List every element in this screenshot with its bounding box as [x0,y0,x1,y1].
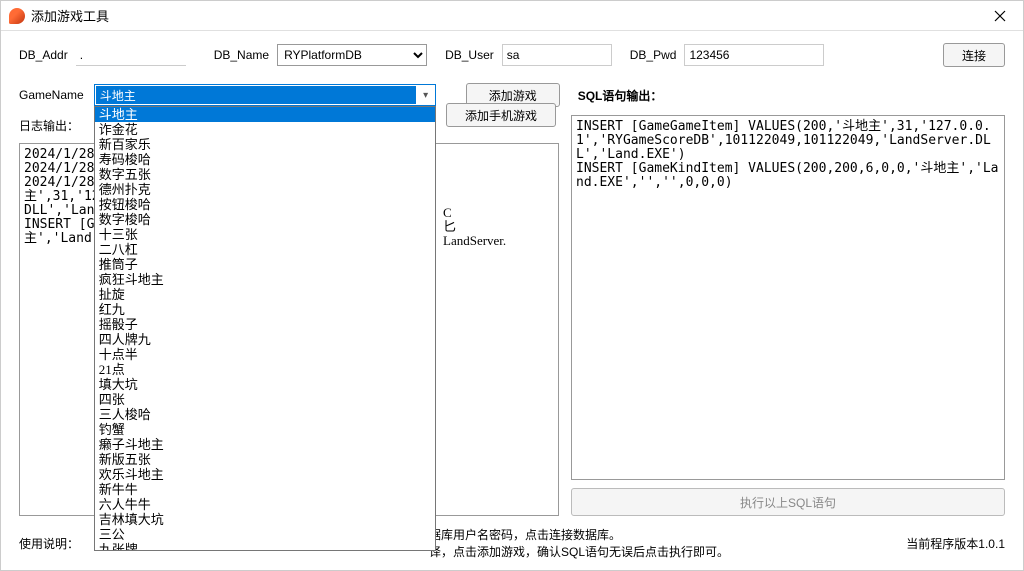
dropdown-item[interactable]: 填大坑 [95,377,435,392]
close-button[interactable] [985,2,1015,30]
dropdown-item[interactable]: 扯旋 [95,287,435,302]
execute-sql-button[interactable]: 执行以上SQL语句 [571,488,1005,516]
dropdown-item[interactable]: 九张牌 [95,542,435,551]
dropdown-item[interactable]: 四人牌九 [95,332,435,347]
dropdown-item[interactable]: 数字梭哈 [95,212,435,227]
dropdown-item[interactable]: 四张 [95,392,435,407]
chevron-down-icon: ▾ [417,90,435,101]
version-label: 当前程序版本1.0.1 [906,535,1005,552]
dropdown-item[interactable]: 新牛牛 [95,482,435,497]
dropdown-item[interactable]: 寿码梭哈 [95,152,435,167]
db-name-label: DB_Name [214,48,269,62]
db-pwd-label: DB_Pwd [630,48,677,62]
dropdown-item[interactable]: 三人梭哈 [95,407,435,422]
dropdown-item[interactable]: 红九 [95,302,435,317]
dropdown-item[interactable]: 摇骰子 [95,317,435,332]
dropdown-item[interactable]: 吉林填大坑 [95,512,435,527]
dropdown-item[interactable]: 21点 [95,362,435,377]
db-name-select[interactable]: RYPlatformDB [277,44,427,66]
gamename-combobox[interactable]: 斗地主 ▾ [94,84,436,106]
right-column: INSERT [GameGameItem] VALUES(200,'斗地主',3… [571,115,1005,516]
dropdown-item[interactable]: 欢乐斗地主 [95,467,435,482]
sql-output-label: SQL语句输出： [578,87,663,104]
dropdown-item[interactable]: 二八杠 [95,242,435,257]
dropdown-item[interactable]: 新百家乐 [95,137,435,152]
dropdown-item[interactable]: 十点半 [95,347,435,362]
db-addr-input[interactable] [76,44,186,66]
content-area: DB_Addr DB_Name RYPlatformDB DB_User DB_… [1,31,1023,570]
db-user-input[interactable] [502,44,612,66]
game-combo-wrapper: 斗地主 ▾ 斗地主诈金花新百家乐寿码梭哈数字五张德州扑克按钮梭哈数字梭哈十三张二… [94,84,436,106]
gamename-selected: 斗地主 [96,86,416,104]
sql-output-textarea[interactable]: INSERT [GameGameItem] VALUES(200,'斗地主',3… [571,115,1005,480]
close-icon [994,10,1006,22]
titlebar: 添加游戏工具 [1,1,1023,31]
app-window: 添加游戏工具 DB_Addr DB_Name RYPlatformDB DB_U… [0,0,1024,571]
dropdown-item[interactable]: 诈金花 [95,122,435,137]
db-pwd-input[interactable] [684,44,824,66]
dropdown-item[interactable]: 癞子斗地主 [95,437,435,452]
add-mobile-game-button[interactable]: 添加手机游戏 [446,103,556,127]
instruction-label: 使用说明： [19,535,79,552]
connect-button[interactable]: 连接 [943,43,1005,67]
app-icon [9,8,25,24]
log-output-label: 日志输出： [19,117,79,134]
dropdown-item[interactable]: 疯狂斗地主 [95,272,435,287]
dropdown-item[interactable]: 六人牛牛 [95,497,435,512]
db-user-label: DB_User [445,48,494,62]
dropdown-item[interactable]: 钓蟹 [95,422,435,437]
db-connection-row: DB_Addr DB_Name RYPlatformDB DB_User DB_… [19,43,1005,67]
dropdown-item[interactable]: 新版五张 [95,452,435,467]
dropdown-item[interactable]: 斗地主 [95,107,435,122]
gamename-label: GameName [19,88,84,102]
db-addr-label: DB_Addr [19,48,68,62]
window-title: 添加游戏工具 [31,6,109,25]
dropdown-item[interactable]: 三公 [95,527,435,542]
log-fragment: C 匕 LandServer. [443,206,506,248]
dropdown-item[interactable]: 按钮梭哈 [95,197,435,212]
dropdown-item[interactable]: 数字五张 [95,167,435,182]
dropdown-item[interactable]: 十三张 [95,227,435,242]
gamename-dropdown[interactable]: 斗地主诈金花新百家乐寿码梭哈数字五张德州扑克按钮梭哈数字梭哈十三张二八杠推筒子疯… [94,106,436,551]
dropdown-item[interactable]: 推筒子 [95,257,435,272]
dropdown-item[interactable]: 德州扑克 [95,182,435,197]
